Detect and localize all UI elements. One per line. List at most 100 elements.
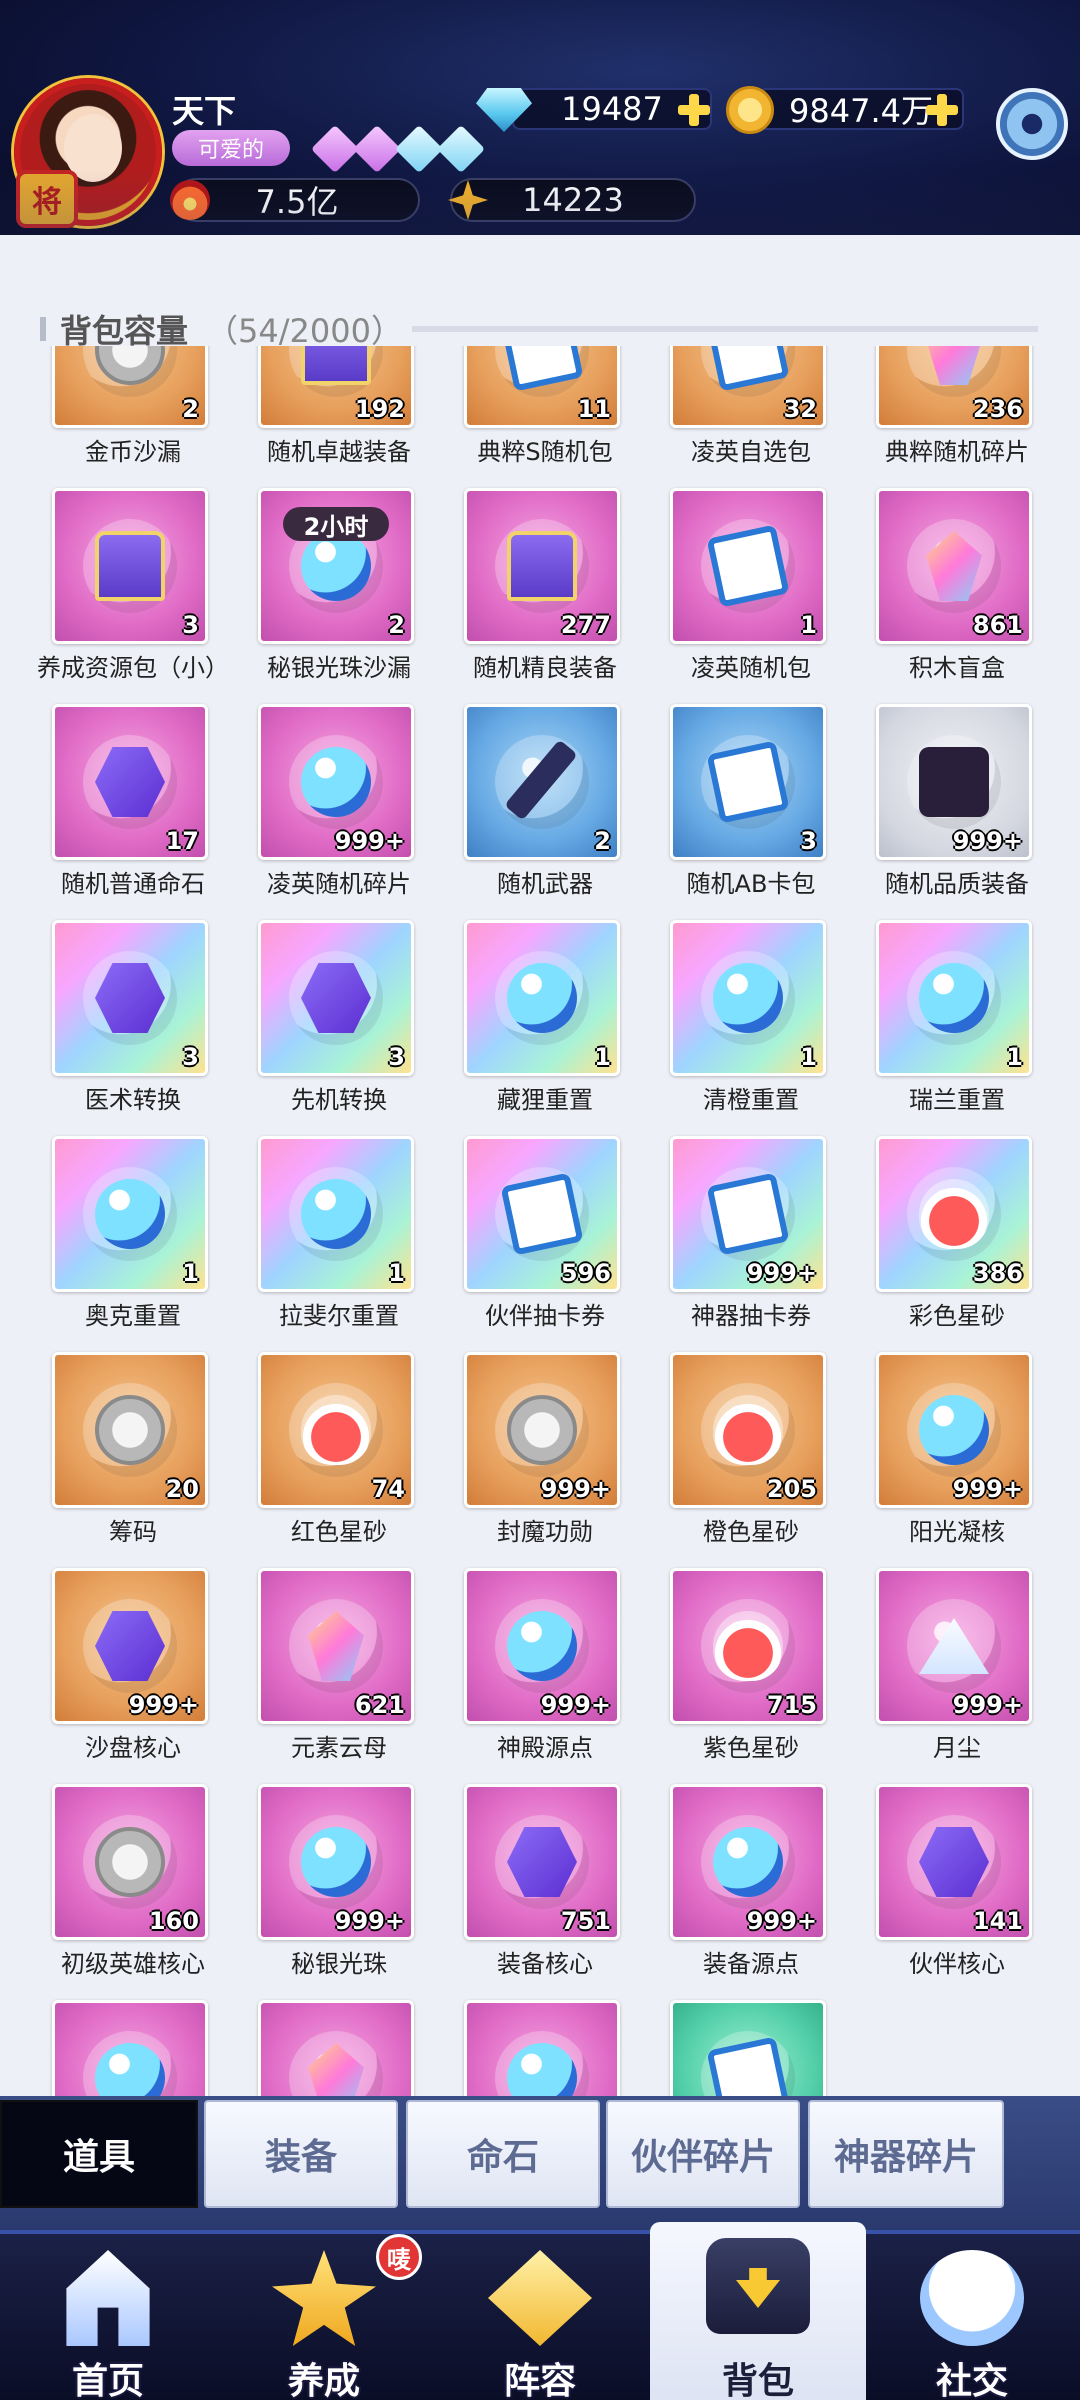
item-tile[interactable]: 3 bbox=[258, 920, 414, 1076]
item-tile[interactable]: 596 bbox=[464, 1136, 620, 1292]
item-tile[interactable]: 277 bbox=[464, 488, 620, 644]
item-tile[interactable]: 999+ bbox=[876, 704, 1032, 860]
inventory-item[interactable]: 3 养成资源包（小） bbox=[30, 488, 236, 704]
inventory-item[interactable]: 1 瑞兰重置 bbox=[854, 920, 1060, 1136]
item-tile[interactable]: 999+ bbox=[876, 1352, 1032, 1508]
tab-artifact-shards[interactable]: 神器碎片 bbox=[808, 2100, 1004, 2208]
tab-partner-shards[interactable]: 伙伴碎片 bbox=[606, 2100, 800, 2208]
item-tile[interactable]: 1 bbox=[258, 1136, 414, 1292]
inventory-item[interactable] bbox=[442, 2000, 648, 2096]
inventory-item[interactable]: 17 随机普通命石 bbox=[30, 704, 236, 920]
inventory-item[interactable]: 11 典粹S随机包 bbox=[442, 346, 648, 488]
inventory-item[interactable]: 999+ 神器抽卡券 bbox=[648, 1136, 854, 1352]
inventory-item[interactable]: 277 随机精良装备 bbox=[442, 488, 648, 704]
inventory-item[interactable]: 2 随机武器 bbox=[442, 704, 648, 920]
item-tile[interactable] bbox=[464, 2000, 620, 2096]
inventory-item[interactable] bbox=[648, 2000, 854, 2096]
item-tile[interactable]: 20 bbox=[52, 1352, 208, 1508]
inventory-item[interactable]: 596 伙伴抽卡券 bbox=[442, 1136, 648, 1352]
item-tile[interactable] bbox=[258, 2000, 414, 2096]
item-tile[interactable]: 3 bbox=[52, 488, 208, 644]
item-tile[interactable]: 999+ bbox=[464, 1352, 620, 1508]
inventory-item[interactable]: 74 红色星砂 bbox=[236, 1352, 442, 1568]
item-tile[interactable]: 999+ bbox=[258, 704, 414, 860]
item-tile[interactable]: 999+ bbox=[876, 1568, 1032, 1724]
inventory-item[interactable]: 999+ 随机品质装备 bbox=[854, 704, 1060, 920]
inventory-item[interactable]: 999+ 阳光凝核 bbox=[854, 1352, 1060, 1568]
inventory-item[interactable]: 3 先机转换 bbox=[236, 920, 442, 1136]
inventory-item[interactable]: 715 紫色星砂 bbox=[648, 1568, 854, 1784]
inventory-item[interactable]: 141 伙伴核心 bbox=[854, 1784, 1060, 2000]
item-tile[interactable]: 160 bbox=[52, 1784, 208, 1940]
item-tile[interactable]: 999+ bbox=[464, 1568, 620, 1724]
inventory-item[interactable]: 160 初级英雄核心 bbox=[30, 1784, 236, 2000]
inventory-item[interactable] bbox=[236, 2000, 442, 2096]
nav-home[interactable]: 首页 bbox=[0, 2234, 216, 2400]
item-tile[interactable]: 1 bbox=[670, 920, 826, 1076]
inventory-item[interactable]: 861 积木盲盒 bbox=[854, 488, 1060, 704]
inventory-item[interactable]: 236 典粹随机碎片 bbox=[854, 346, 1060, 488]
item-tile[interactable]: 1 bbox=[464, 920, 620, 1076]
settings-gear-icon[interactable] bbox=[996, 88, 1068, 160]
inventory-item[interactable]: 192 随机卓越装备 bbox=[236, 346, 442, 488]
inventory-item[interactable]: 1 藏狸重置 bbox=[442, 920, 648, 1136]
inventory-item[interactable]: 1 凌英随机包 bbox=[648, 488, 854, 704]
inventory-item[interactable]: 205 橙色星砂 bbox=[648, 1352, 854, 1568]
item-tile[interactable]: 74 bbox=[258, 1352, 414, 1508]
item-tile[interactable]: 999+ bbox=[258, 1784, 414, 1940]
item-tile[interactable]: 621 bbox=[258, 1568, 414, 1724]
item-tile[interactable]: 1 bbox=[52, 1136, 208, 1292]
inventory-item[interactable]: 751 装备核心 bbox=[442, 1784, 648, 2000]
inventory-item[interactable]: 1 奥克重置 bbox=[30, 1136, 236, 1352]
inventory-item[interactable]: 3 随机AB卡包 bbox=[648, 704, 854, 920]
item-tile[interactable]: 2 bbox=[464, 704, 620, 860]
item-tile[interactable] bbox=[52, 2000, 208, 2096]
item-tile[interactable]: 3 bbox=[52, 920, 208, 1076]
inventory-item[interactable]: 621 元素云母 bbox=[236, 1568, 442, 1784]
item-tile[interactable]: 751 bbox=[464, 1784, 620, 1940]
nav-social[interactable]: 社交 bbox=[864, 2234, 1080, 2400]
item-tile[interactable]: 715 bbox=[670, 1568, 826, 1724]
tab-gemstones[interactable]: 命石 bbox=[406, 2100, 600, 2208]
add-diamond-plus-icon[interactable] bbox=[676, 92, 712, 128]
inventory-item[interactable]: 1 清橙重置 bbox=[648, 920, 854, 1136]
inventory-item[interactable]: 20 筹码 bbox=[30, 1352, 236, 1568]
inventory-item[interactable]: 1 拉斐尔重置 bbox=[236, 1136, 442, 1352]
inventory-item[interactable]: 2小时 2 秘银光珠沙漏 bbox=[236, 488, 442, 704]
item-tile[interactable] bbox=[670, 2000, 826, 2096]
item-tile[interactable]: 205 bbox=[670, 1352, 826, 1508]
inventory-item[interactable]: 999+ 月尘 bbox=[854, 1568, 1060, 1784]
item-tile[interactable]: 861 bbox=[876, 488, 1032, 644]
tab-equipment[interactable]: 装备 bbox=[204, 2100, 398, 2208]
item-tile[interactable]: 999+ bbox=[670, 1784, 826, 1940]
inventory-item[interactable]: 999+ 沙盘核心 bbox=[30, 1568, 236, 1784]
inventory-item[interactable]: 3 医术转换 bbox=[30, 920, 236, 1136]
item-tile[interactable]: 2 bbox=[52, 346, 208, 428]
item-tile[interactable]: 17 bbox=[52, 704, 208, 860]
inventory-item[interactable]: 999+ 封魔功勋 bbox=[442, 1352, 648, 1568]
item-tile[interactable]: 192 bbox=[258, 346, 414, 428]
inventory-item[interactable] bbox=[30, 2000, 236, 2096]
inventory-item[interactable]: 2 金币沙漏 bbox=[30, 346, 236, 488]
player-title-badge[interactable]: 可爱的 bbox=[172, 130, 290, 166]
item-tile[interactable]: 236 bbox=[876, 346, 1032, 428]
nav-formation[interactable]: 阵容 bbox=[432, 2234, 648, 2400]
item-tile[interactable]: 3 bbox=[670, 704, 826, 860]
item-grid[interactable]: 2 金币沙漏 192 随机卓越装备 11 典粹S随机包 32 凌英自选包 236 典粹随机碎片 3 养… bbox=[0, 346, 1080, 2096]
inventory-item[interactable]: 999+ 秘银光珠 bbox=[236, 1784, 442, 2000]
item-tile[interactable]: 141 bbox=[876, 1784, 1032, 1940]
inventory-item[interactable]: 999+ 神殿源点 bbox=[442, 1568, 648, 1784]
item-tile[interactable]: 1 bbox=[876, 920, 1032, 1076]
item-tile[interactable]: 386 bbox=[876, 1136, 1032, 1292]
nav-bag[interactable]: 背包 bbox=[650, 2222, 866, 2400]
item-tile[interactable]: 11 bbox=[464, 346, 620, 428]
item-tile[interactable]: 1 bbox=[670, 488, 826, 644]
inventory-item[interactable]: 999+ 装备源点 bbox=[648, 1784, 854, 2000]
item-tile[interactable]: 32 bbox=[670, 346, 826, 428]
item-tile[interactable]: 999+ bbox=[670, 1136, 826, 1292]
inventory-item[interactable]: 999+ 凌英随机碎片 bbox=[236, 704, 442, 920]
add-gold-plus-icon[interactable] bbox=[924, 92, 960, 128]
inventory-item[interactable]: 386 彩色星砂 bbox=[854, 1136, 1060, 1352]
item-tile[interactable]: 999+ bbox=[52, 1568, 208, 1724]
tab-items[interactable]: 道具 bbox=[0, 2100, 198, 2208]
